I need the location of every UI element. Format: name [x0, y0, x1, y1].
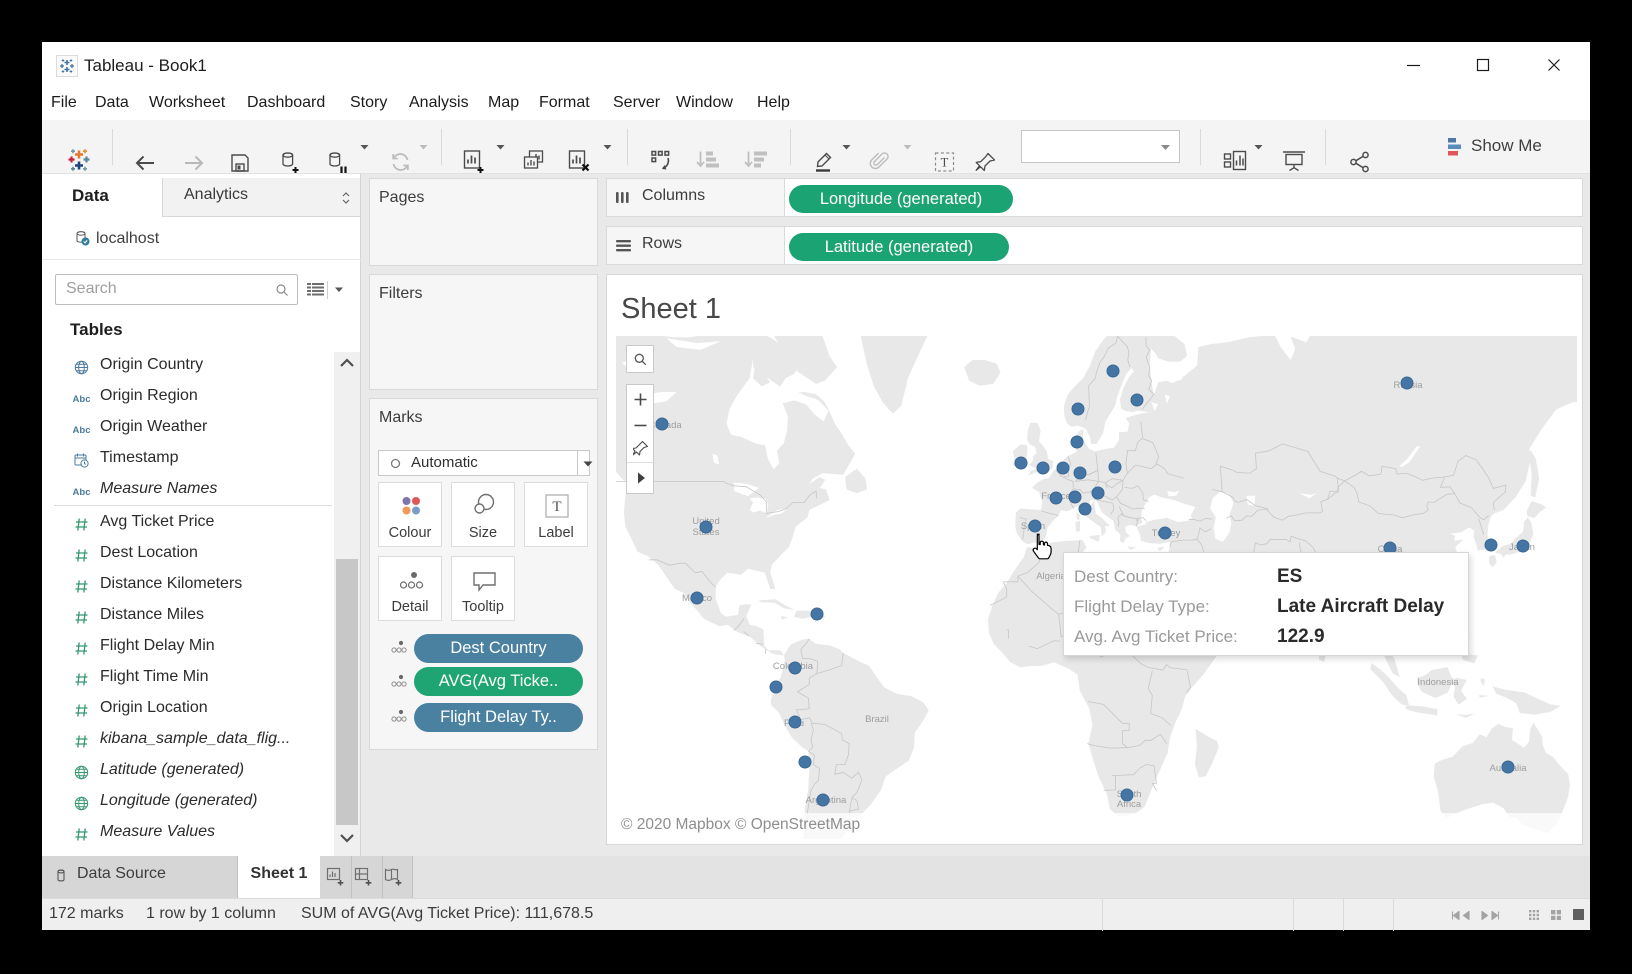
svg-text:Abc: Abc	[73, 394, 90, 405]
svg-text:Brazil: Brazil	[865, 714, 889, 725]
svg-text:T: T	[941, 156, 949, 170]
svg-text:Abc: Abc	[73, 425, 90, 436]
svg-text:Abc: Abc	[73, 487, 90, 498]
svg-text:T: T	[552, 499, 561, 515]
svg-text:Algeria: Algeria	[1036, 571, 1066, 582]
svg-text:Indonesia: Indonesia	[1417, 677, 1459, 688]
